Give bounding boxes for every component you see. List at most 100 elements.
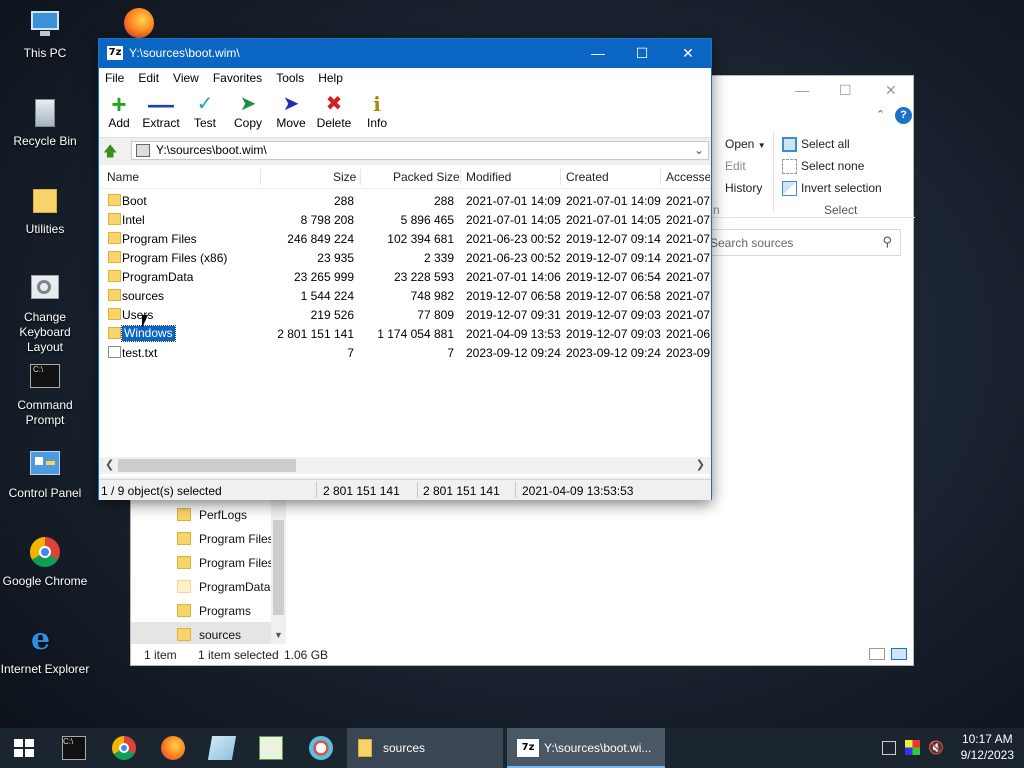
notepad-icon[interactable]: [207, 736, 237, 760]
table-row[interactable]: Users 219 526 77 809 2019-12-07 09:31 20…: [100, 305, 710, 324]
ribbon-collapse-icon[interactable]: ⌃: [876, 108, 885, 121]
spreadsheet-icon[interactable]: [259, 736, 283, 760]
copy-arrow-icon: ➤: [239, 93, 257, 115]
address-input[interactable]: Y:\sources\boot.wim\ ⌄: [131, 141, 709, 160]
scrollbar-thumb[interactable]: [118, 459, 296, 472]
cell-accessed: 2021-07-: [666, 270, 710, 284]
table-row[interactable]: test.txt 7 7 2023-09-12 09:24 2023-09-12…: [100, 343, 710, 362]
desktop-icon-google-chrome[interactable]: Google Chrome: [0, 536, 90, 589]
column-header-modified[interactable]: Modified: [466, 170, 511, 184]
desktop-icon-utilities[interactable]: Utilities: [0, 184, 90, 237]
column-divider[interactable]: [260, 169, 261, 185]
keyboard-settings-icon: [28, 272, 62, 306]
desktop-icon-control-panel[interactable]: Control Panel: [0, 448, 90, 501]
start-button[interactable]: [0, 728, 48, 768]
copy-button[interactable]: ➤ Copy: [226, 92, 270, 130]
column-header-accessed[interactable]: Accesse: [666, 170, 710, 184]
select-all-button[interactable]: Select all: [801, 137, 850, 151]
table-row[interactable]: Boot 288 288 2021-07-01 14:09 2021-07-01…: [100, 191, 710, 210]
folder-up-icon[interactable]: 🡅: [103, 141, 121, 159]
cell-modified: 2021-07-01 14:05: [466, 213, 561, 227]
ribbon-edit-button[interactable]: Edit: [725, 159, 746, 173]
tree-item-label: Program Files: [199, 556, 274, 570]
select-none-button[interactable]: Select none: [801, 159, 864, 173]
table-row[interactable]: sources 1 544 224 748 982 2019-12-07 06:…: [100, 286, 710, 305]
tree-item-programs[interactable]: Programs: [177, 600, 251, 622]
tree-item-program-files[interactable]: Program Files: [177, 528, 274, 550]
terminal-icon[interactable]: C:\: [62, 736, 86, 760]
move-button[interactable]: ➤ Move: [269, 92, 313, 130]
table-row-selected[interactable]: Windows 2 801 151 141 1 174 054 881 2021…: [100, 324, 710, 343]
close-button[interactable]: ✕: [665, 39, 711, 68]
7zip-titlebar[interactable]: 7z Y:\sources\boot.wim\ — ☐ ✕: [99, 39, 711, 68]
invert-selection-button[interactable]: Invert selection: [801, 181, 882, 195]
tree-item-sources[interactable]: sources: [177, 624, 241, 646]
desktop-icon-internet-explorer[interactable]: e Internet Explorer: [0, 624, 90, 677]
info-icon: i: [373, 92, 381, 116]
desktop-icon-label: Command Prompt: [17, 398, 73, 427]
desktop-icon-change-keyboard-layout[interactable]: Change Keyboard Layout: [0, 272, 90, 355]
menu-favorites[interactable]: Favorites: [213, 71, 262, 85]
desktop-icon-recycle-bin[interactable]: Recycle Bin: [0, 96, 90, 149]
ribbon-open-button[interactable]: Open ▼: [725, 137, 766, 151]
firefox-icon[interactable]: [161, 736, 185, 760]
chrome-icon[interactable]: [112, 736, 136, 760]
tree-scrollbar[interactable]: ▼: [271, 500, 286, 644]
chevron-right-icon[interactable]: ❯: [696, 457, 705, 474]
close-icon[interactable]: ✕: [885, 82, 897, 99]
column-header-name[interactable]: Name: [107, 170, 139, 184]
taskbar-task-sources[interactable]: sources: [347, 728, 503, 768]
info-button[interactable]: i Info: [355, 92, 399, 130]
column-header-size[interactable]: Size: [333, 170, 356, 184]
desktop-icon-command-prompt[interactable]: C:\ Command Prompt: [0, 360, 90, 428]
chevron-down-icon[interactable]: ▼: [274, 630, 283, 640]
tree-item-programdata[interactable]: ProgramData: [177, 576, 270, 598]
paint-icon[interactable]: [309, 736, 333, 760]
network-icon[interactable]: [882, 741, 896, 755]
column-header-created[interactable]: Created: [566, 170, 609, 184]
delete-button[interactable]: ✖ Delete: [312, 92, 356, 130]
tree-item-perflogs[interactable]: PerfLogs: [177, 504, 247, 526]
tree-item-program-files-x86[interactable]: Program Files: [177, 552, 274, 574]
maximize-button[interactable]: ☐: [619, 39, 665, 68]
ribbon-history-button[interactable]: History: [725, 181, 762, 195]
7zip-window[interactable]: 7z Y:\sources\boot.wim\ — ☐ ✕ File Edit …: [98, 38, 712, 500]
table-row[interactable]: Intel 8 798 208 5 896 465 2021-07-01 14:…: [100, 210, 710, 229]
column-divider[interactable]: [560, 169, 561, 185]
minimize-icon[interactable]: —: [795, 82, 809, 98]
tree-item-label: PerfLogs: [199, 508, 248, 522]
extract-button[interactable]: — Extract: [139, 91, 183, 130]
cell-modified: 2021-04-09 13:53: [466, 327, 561, 341]
minimize-button[interactable]: —: [575, 39, 621, 68]
column-header-packed-size[interactable]: Packed Size: [393, 170, 460, 184]
menu-view[interactable]: View: [173, 71, 199, 85]
desktop-icon-this-pc[interactable]: This PC: [0, 8, 90, 61]
table-row[interactable]: Program Files (x86) 23 935 2 339 2021-06…: [100, 248, 710, 267]
table-row[interactable]: Program Files 246 849 224 102 394 681 20…: [100, 229, 710, 248]
horizontal-scrollbar[interactable]: ❮ ❯: [100, 457, 710, 474]
menu-file[interactable]: File: [105, 71, 124, 85]
cell-name: Program Files (x86): [122, 251, 228, 265]
file-list[interactable]: Name Size Packed Size Modified Created A…: [100, 165, 710, 477]
search-input[interactable]: Search sources ⚲: [709, 229, 901, 256]
column-divider[interactable]: [660, 169, 661, 185]
test-button[interactable]: ✓ Test: [183, 92, 227, 130]
chevron-down-icon[interactable]: ⌄: [694, 142, 704, 159]
menu-help[interactable]: Help: [318, 71, 343, 85]
table-row[interactable]: ProgramData 23 265 999 23 228 593 2021-0…: [100, 267, 710, 286]
scrollbar-thumb[interactable]: [273, 520, 284, 615]
chevron-left-icon[interactable]: ❮: [105, 457, 114, 474]
column-divider[interactable]: [460, 169, 461, 185]
help-icon[interactable]: ?: [895, 107, 912, 124]
color-palette-icon[interactable]: [905, 740, 920, 755]
large-icons-view-icon[interactable]: [891, 648, 907, 660]
menu-edit[interactable]: Edit: [138, 71, 159, 85]
menu-tools[interactable]: Tools: [276, 71, 304, 85]
add-button[interactable]: + Add: [97, 91, 141, 130]
volume-muted-icon[interactable]: 🔇: [928, 740, 944, 756]
taskbar-task-7zip[interactable]: 7z Y:\sources\boot.wi...: [507, 728, 665, 768]
column-divider[interactable]: [360, 169, 361, 185]
maximize-icon[interactable]: ☐: [839, 82, 852, 99]
system-clock[interactable]: 10:17 AM 9/12/2023: [961, 731, 1014, 763]
details-view-icon[interactable]: [869, 648, 885, 660]
